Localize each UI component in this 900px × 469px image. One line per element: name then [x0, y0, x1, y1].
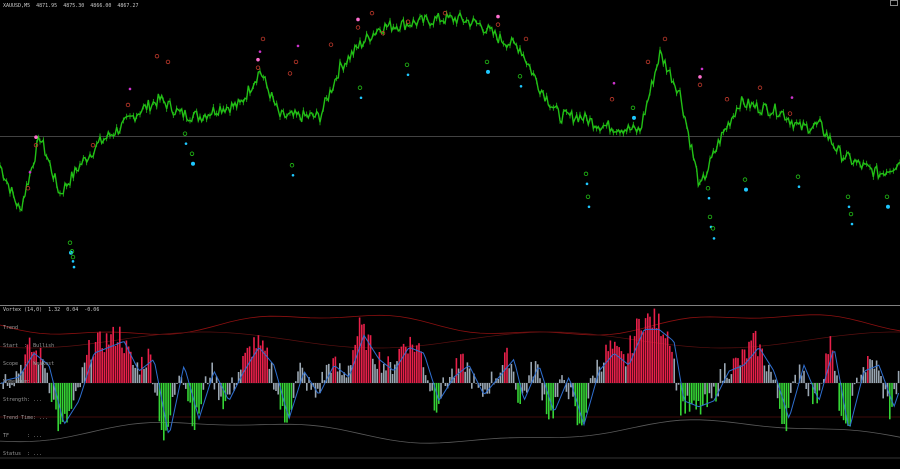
chart-canvas — [0, 9, 900, 459]
signal-marker-up — [260, 36, 266, 42]
signal-marker-down — [742, 177, 748, 182]
signal-dot-cyan — [291, 173, 295, 177]
signal-dot-cyan — [585, 182, 589, 186]
signal-marker-up — [369, 10, 375, 16]
signal-marker-down — [484, 59, 490, 65]
indicator-upper-band — [0, 314, 900, 336]
signal-marker-down — [404, 62, 410, 67]
signal-marker-up — [697, 82, 703, 88]
signal-marker-up — [787, 111, 793, 116]
main-chart-header: XAUUSD,M5 4871.95 4875.30 4866.00 4867.2… — [3, 3, 139, 9]
signal-marker-up — [355, 25, 361, 30]
signal-marker-up — [287, 71, 293, 76]
legend-line: Start : Bullish — [3, 343, 55, 349]
signal-marker-down — [710, 226, 716, 231]
signal-marker-down — [884, 194, 890, 200]
signal-marker-up — [90, 142, 96, 148]
signal-dot-cyan — [191, 161, 195, 166]
signal-dot-cyan — [847, 205, 851, 209]
legend-line: Scope : Weakest — [3, 361, 55, 367]
signal-marker-up — [293, 59, 299, 65]
signal-marker-up — [645, 59, 651, 65]
signal-dot-pink — [34, 135, 38, 139]
indicator-legend: Trend Start : Bullish Scope : Weakest Mo… — [3, 313, 54, 469]
signal-marker-up — [154, 53, 160, 59]
signal-marker-down — [707, 214, 713, 220]
chart-window: XAUUSD,M5 4871.95 4875.30 4866.00 4867.2… — [0, 0, 900, 459]
signal-dot-cyan — [359, 96, 363, 100]
signal-dot-magenta — [296, 44, 300, 48]
signal-marker-down — [182, 131, 188, 136]
signal-dot-cyan — [486, 69, 490, 74]
signal-marker-down — [70, 254, 76, 260]
signal-dot-cyan — [712, 237, 716, 240]
signal-marker-down — [630, 105, 636, 111]
signal-dot-cyan — [707, 196, 711, 200]
signal-dot-cyan — [850, 222, 854, 226]
signal-dot-cyan — [72, 265, 76, 269]
signal-dot-cyan — [184, 142, 188, 145]
legend-line: Trend — [3, 325, 19, 331]
signal-marker-up — [328, 42, 334, 47]
signal-dot-magenta — [790, 96, 794, 99]
signal-marker-down — [357, 85, 363, 90]
signal-marker-up — [523, 36, 529, 42]
signal-marker-down — [517, 74, 523, 79]
signal-marker-down — [289, 163, 295, 168]
signal-marker-up — [609, 97, 615, 102]
signal-dot-cyan — [71, 260, 75, 263]
legend-line: TF : ... — [3, 433, 43, 439]
signal-dot-cyan — [744, 187, 748, 192]
signal-dot-cyan — [632, 115, 636, 120]
signal-marker-down — [845, 194, 851, 200]
signal-marker-down — [848, 211, 854, 217]
legend-line: Momentum: ... — [3, 379, 43, 385]
legend-line: Trend Time: ... — [3, 415, 49, 421]
signal-marker-down — [189, 151, 195, 156]
signal-marker-down — [67, 240, 73, 245]
legend-line: Strength: ... — [3, 397, 43, 403]
signal-marker-up — [125, 102, 131, 108]
indicator-upper-band-2 — [0, 331, 900, 349]
signal-marker-up — [165, 59, 171, 65]
signal-dot-magenta — [700, 67, 704, 71]
signal-dot-magenta — [28, 170, 32, 174]
signal-dot-pink — [698, 75, 702, 79]
signal-marker-up — [724, 97, 730, 102]
price-series-line — [0, 10, 900, 212]
signal-marker-up — [662, 36, 668, 42]
signal-marker-up — [757, 85, 763, 90]
signal-marker-up — [255, 65, 261, 70]
signal-dot-pink — [356, 17, 360, 22]
signal-marker-down — [583, 171, 589, 177]
indicator-lower-band — [0, 419, 900, 444]
signal-marker-down — [795, 174, 801, 179]
signal-dot-cyan — [587, 205, 591, 209]
signal-dot-magenta — [128, 87, 132, 91]
signal-marker-up — [495, 22, 501, 27]
signal-dot-cyan — [519, 84, 523, 88]
window-restore-icon[interactable] — [890, 0, 898, 6]
signal-dot-cyan — [886, 204, 890, 209]
signal-dot-magenta — [258, 50, 262, 53]
signal-dot-pink — [496, 14, 500, 19]
signal-marker-down — [585, 194, 591, 200]
signal-dot-magenta — [612, 81, 616, 85]
signal-dot-cyan — [406, 73, 410, 77]
legend-line: Status : ... — [3, 451, 43, 457]
signal-dot-pink — [256, 57, 260, 62]
signal-dot-cyan — [797, 185, 801, 189]
signal-marker-down — [705, 185, 711, 191]
